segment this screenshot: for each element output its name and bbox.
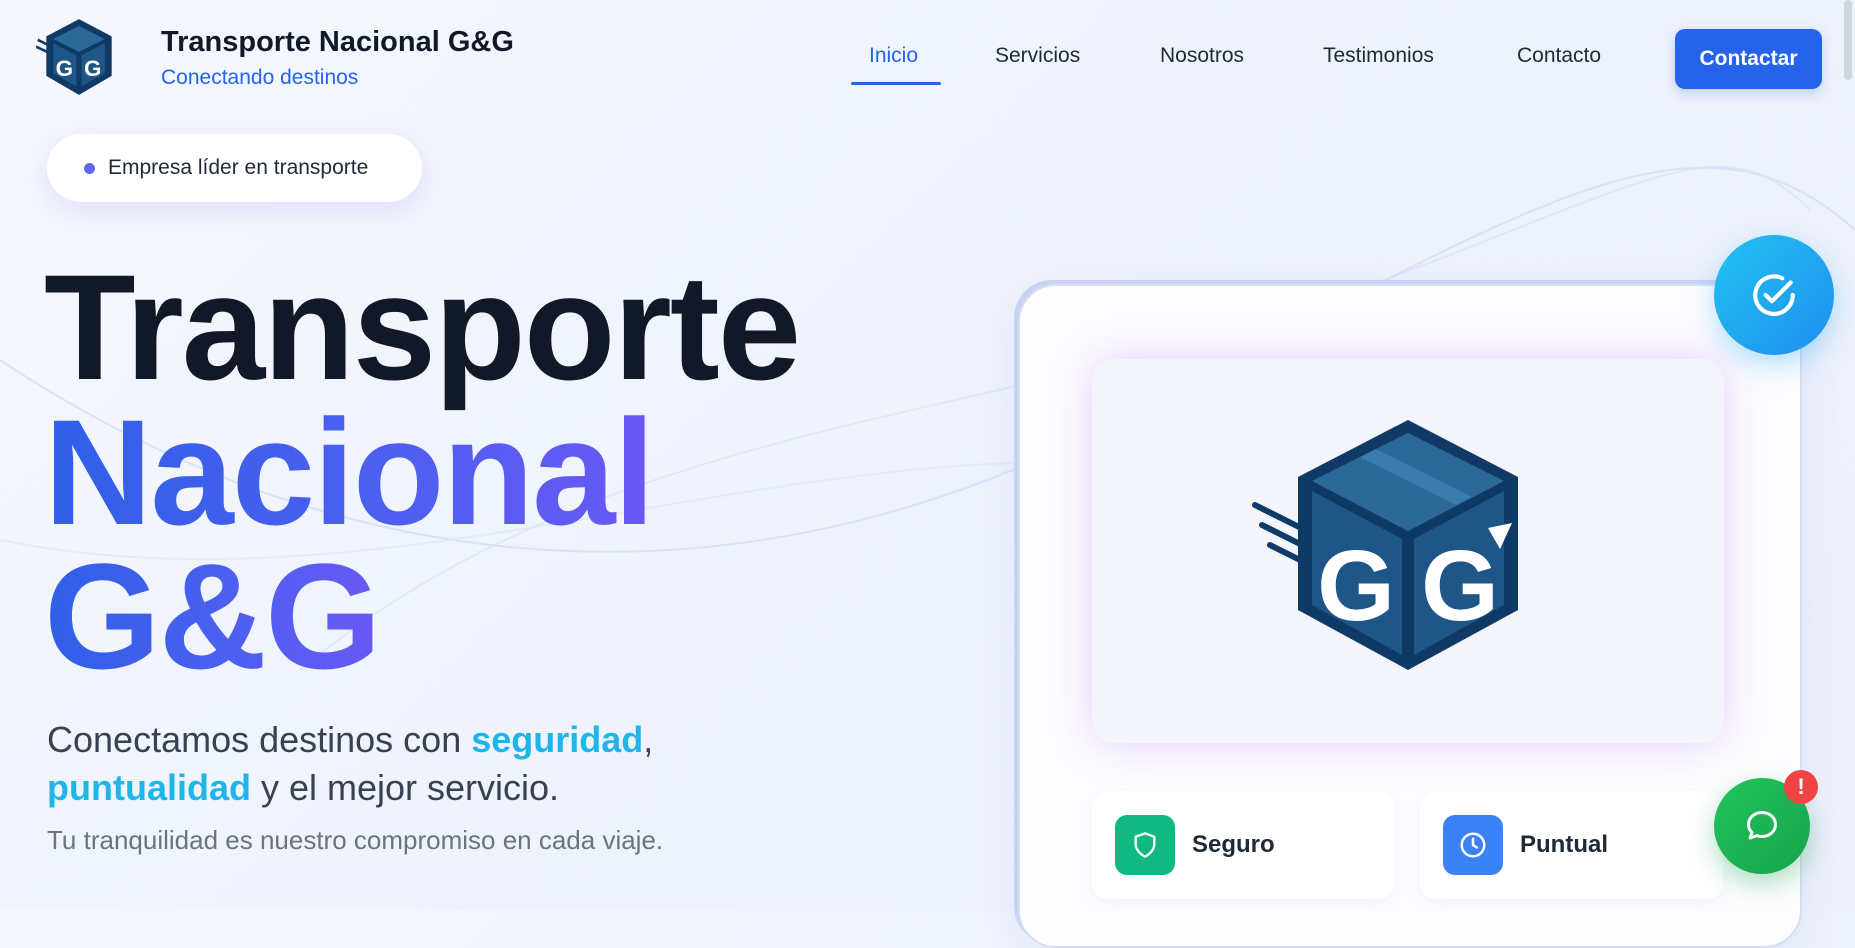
nav-item-contacto[interactable]: Contacto (1517, 44, 1601, 68)
feature-seguro: Seguro (1092, 791, 1395, 899)
hero-lead: Conectamos destinos con seguridad, puntua… (47, 716, 827, 812)
feature-label-seguro: Seguro (1192, 831, 1275, 858)
nav-item-inicio[interactable]: Inicio (869, 44, 918, 68)
company-logo[interactable]: G G (36, 14, 122, 100)
lead-text-1: Conectamos destinos con (47, 719, 472, 760)
lead-highlight-seguridad: seguridad (471, 719, 644, 760)
hero-title-line3: G&G (44, 532, 382, 700)
brand-title: Transporte Nacional G&G (161, 26, 514, 58)
site-header: G G Transporte Nacional G&G Conectando d… (0, 0, 1855, 110)
lead-text-2: , (643, 719, 654, 760)
hero-subtext: Tu tranquilidad es nuestro compromiso en… (47, 825, 664, 855)
badge-text: Empresa líder en transporte (108, 156, 369, 179)
active-nav-indicator (851, 82, 941, 85)
hero-badge: Empresa líder en transporte (47, 134, 422, 202)
check-circle-icon (1714, 235, 1834, 355)
badge-dot-icon (84, 162, 95, 174)
brand-subtitle: Conectando destinos (161, 66, 359, 89)
feature-puntual: Puntual (1420, 791, 1723, 899)
chat-bubble-icon (1747, 811, 1777, 840)
nav-item-testimonios[interactable]: Testimonios (1323, 44, 1434, 68)
clock-icon (1443, 815, 1503, 875)
company-logo-large: G G (1252, 420, 1518, 670)
chat-alert-badge: ! (1784, 770, 1818, 804)
feature-label-puntual: Puntual (1520, 831, 1608, 858)
hero-title-line1: Transporte (44, 243, 801, 411)
lead-text-3: y el mejor servicio. (250, 767, 560, 808)
svg-text:G: G (56, 56, 73, 81)
svg-text:G: G (1421, 530, 1499, 642)
nav-item-nosotros[interactable]: Nosotros (1160, 44, 1244, 68)
svg-text:G: G (1317, 530, 1395, 642)
shield-icon (1115, 815, 1175, 875)
hero-title-line2: Nacional (44, 388, 655, 556)
scrollbar[interactable] (1844, 0, 1852, 80)
svg-text:G: G (84, 56, 101, 81)
nav-item-servicios[interactable]: Servicios (995, 44, 1080, 68)
contact-button[interactable]: Contactar (1675, 29, 1822, 89)
lead-highlight-puntualidad: puntualidad (47, 767, 251, 808)
